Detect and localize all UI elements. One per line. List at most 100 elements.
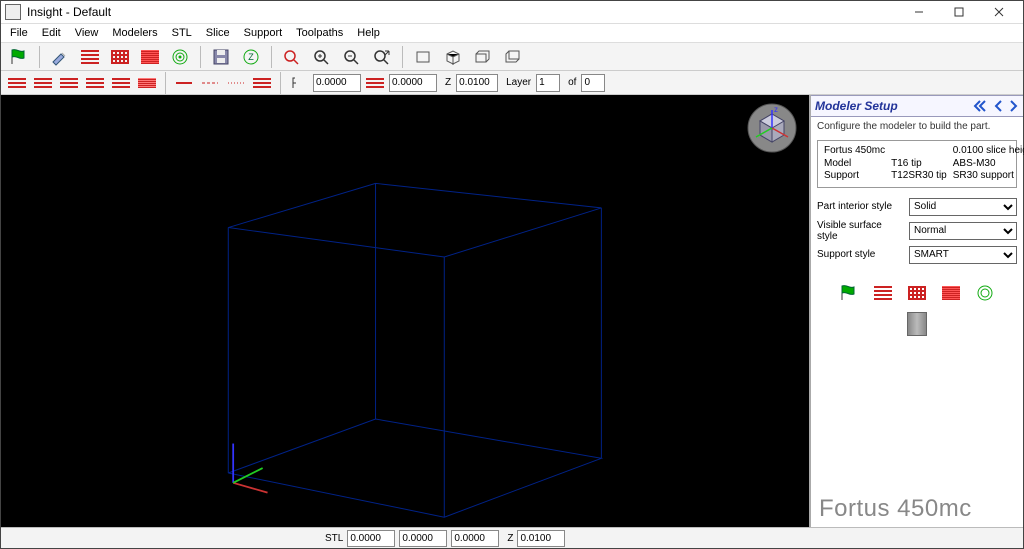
svg-text:Z: Z: [248, 52, 254, 62]
separator: [39, 46, 40, 68]
sidebar-fill2-icon[interactable]: [903, 280, 931, 306]
layer-tool-5[interactable]: [109, 72, 133, 94]
status-zval: 0.0100: [517, 530, 565, 547]
status-stl-label: STL: [325, 533, 343, 544]
status-x: 0.0000: [347, 530, 395, 547]
zoom-reset-icon[interactable]: [278, 44, 306, 70]
printer-info-box: Fortus 450mc 0.0100 slice height Model T…: [817, 140, 1017, 188]
sidebar-description: Configure the modeler to build the part.: [811, 117, 1023, 140]
status-zlbl: Z: [507, 533, 513, 544]
toolbar-main: Z: [1, 43, 1023, 71]
layer-tool-3[interactable]: [57, 72, 81, 94]
z-field[interactable]: [456, 74, 498, 92]
zoom-window-icon[interactable]: [368, 44, 396, 70]
toolbar-secondary: Z Layer of: [1, 71, 1023, 95]
menu-help[interactable]: Help: [350, 26, 387, 40]
menu-toolpaths[interactable]: Toolpaths: [289, 26, 350, 40]
menu-stl[interactable]: STL: [165, 26, 199, 40]
menu-support[interactable]: Support: [237, 26, 290, 40]
interior-style-label: Part interior style: [817, 201, 905, 212]
sidebar-flag-icon[interactable]: [835, 280, 863, 306]
titlebar: Insight - Default: [1, 1, 1023, 24]
statusbar: STL 0.0000 0.0000 0.0000 Z 0.0100: [1, 527, 1023, 548]
flag-icon[interactable]: [5, 44, 33, 70]
nav-prev-icon[interactable]: [993, 100, 1003, 112]
coord-x-field[interactable]: [313, 74, 361, 92]
line-style-2[interactable]: [198, 72, 222, 94]
minimize-button[interactable]: [899, 2, 939, 22]
menu-modelers[interactable]: Modelers: [105, 26, 164, 40]
of-label: of: [568, 77, 576, 88]
svg-text:z: z: [774, 105, 778, 114]
build-volume-wireframe: [1, 95, 809, 527]
wall-icon[interactable]: [907, 312, 927, 336]
separator: [271, 46, 272, 68]
separator: [165, 72, 166, 94]
close-button[interactable]: [979, 2, 1019, 22]
layer-tool-6[interactable]: [135, 72, 159, 94]
fill-horizontal-icon[interactable]: [76, 44, 104, 70]
measure-icon[interactable]: [287, 72, 311, 94]
view-iso2-icon[interactable]: [469, 44, 497, 70]
sidebar-action-icons: [811, 280, 1023, 306]
viewcube[interactable]: z: [747, 103, 797, 153]
layer-label: Layer: [506, 77, 531, 88]
viewport-3d[interactable]: z: [1, 95, 810, 527]
line-style-1[interactable]: [172, 72, 196, 94]
view-iso1-icon[interactable]: [439, 44, 467, 70]
zoom-in-icon[interactable]: [308, 44, 336, 70]
view-front-icon[interactable]: [409, 44, 437, 70]
sidebar-header: Modeler Setup: [811, 95, 1023, 117]
fill-solid-icon[interactable]: [136, 44, 164, 70]
brush-icon[interactable]: [46, 44, 74, 70]
layer-tool-1[interactable]: [5, 72, 29, 94]
menu-slice[interactable]: Slice: [199, 26, 237, 40]
nav-next-icon[interactable]: [1009, 100, 1019, 112]
line-style-3[interactable]: [224, 72, 248, 94]
sidebar-modeler-setup: Modeler Setup Configure the modeler to b…: [810, 95, 1023, 527]
sidebar-extra-icon-row: [811, 312, 1023, 336]
layer-tool-2[interactable]: [31, 72, 55, 94]
app-icon: [5, 4, 21, 20]
measure2-icon[interactable]: [363, 72, 387, 94]
surface-style-select[interactable]: Normal: [909, 222, 1017, 240]
info-support-lbl: Support: [824, 170, 885, 183]
menu-view[interactable]: View: [68, 26, 106, 40]
info-model-mat: ABS-M30: [953, 158, 1024, 171]
line-style-4[interactable]: [250, 72, 274, 94]
support-style-select[interactable]: SMART: [909, 246, 1017, 264]
contour-z-icon[interactable]: Z: [237, 44, 265, 70]
support-style-label: Support style: [817, 249, 905, 260]
surface-style-label: Visible surface style: [817, 220, 905, 242]
window-title: Insight - Default: [27, 5, 899, 19]
sidebar-title: Modeler Setup: [815, 99, 967, 113]
menu-edit[interactable]: Edit: [35, 26, 68, 40]
separator: [200, 46, 201, 68]
info-support-mat: SR30 support: [953, 170, 1024, 183]
layer-of-field[interactable]: [581, 74, 605, 92]
brand-label: Fortus 450mc: [811, 493, 1023, 527]
zoom-out-icon[interactable]: [338, 44, 366, 70]
status-z: 0.0000: [451, 530, 499, 547]
layer-field[interactable]: [536, 74, 560, 92]
info-printer: Fortus 450mc: [824, 145, 885, 158]
info-support-tip: T12SR30 tip: [891, 170, 947, 183]
layer-tool-4[interactable]: [83, 72, 107, 94]
nav-first-icon[interactable]: [973, 100, 987, 112]
fill-sparse-icon[interactable]: [106, 44, 134, 70]
sidebar-contour-icon[interactable]: [971, 280, 999, 306]
sidebar-fill3-icon[interactable]: [937, 280, 965, 306]
separator: [402, 46, 403, 68]
status-y: 0.0000: [399, 530, 447, 547]
sidebar-fill1-icon[interactable]: [869, 280, 897, 306]
menu-file[interactable]: File: [3, 26, 35, 40]
info-model-lbl: Model: [824, 158, 885, 171]
save-icon[interactable]: [207, 44, 235, 70]
fill-contour-icon[interactable]: [166, 44, 194, 70]
info-model-tip: T16 tip: [891, 158, 947, 171]
separator: [280, 72, 281, 94]
coord-y-field[interactable]: [389, 74, 437, 92]
maximize-button[interactable]: [939, 2, 979, 22]
view-iso3-icon[interactable]: [499, 44, 527, 70]
interior-style-select[interactable]: Solid: [909, 198, 1017, 216]
